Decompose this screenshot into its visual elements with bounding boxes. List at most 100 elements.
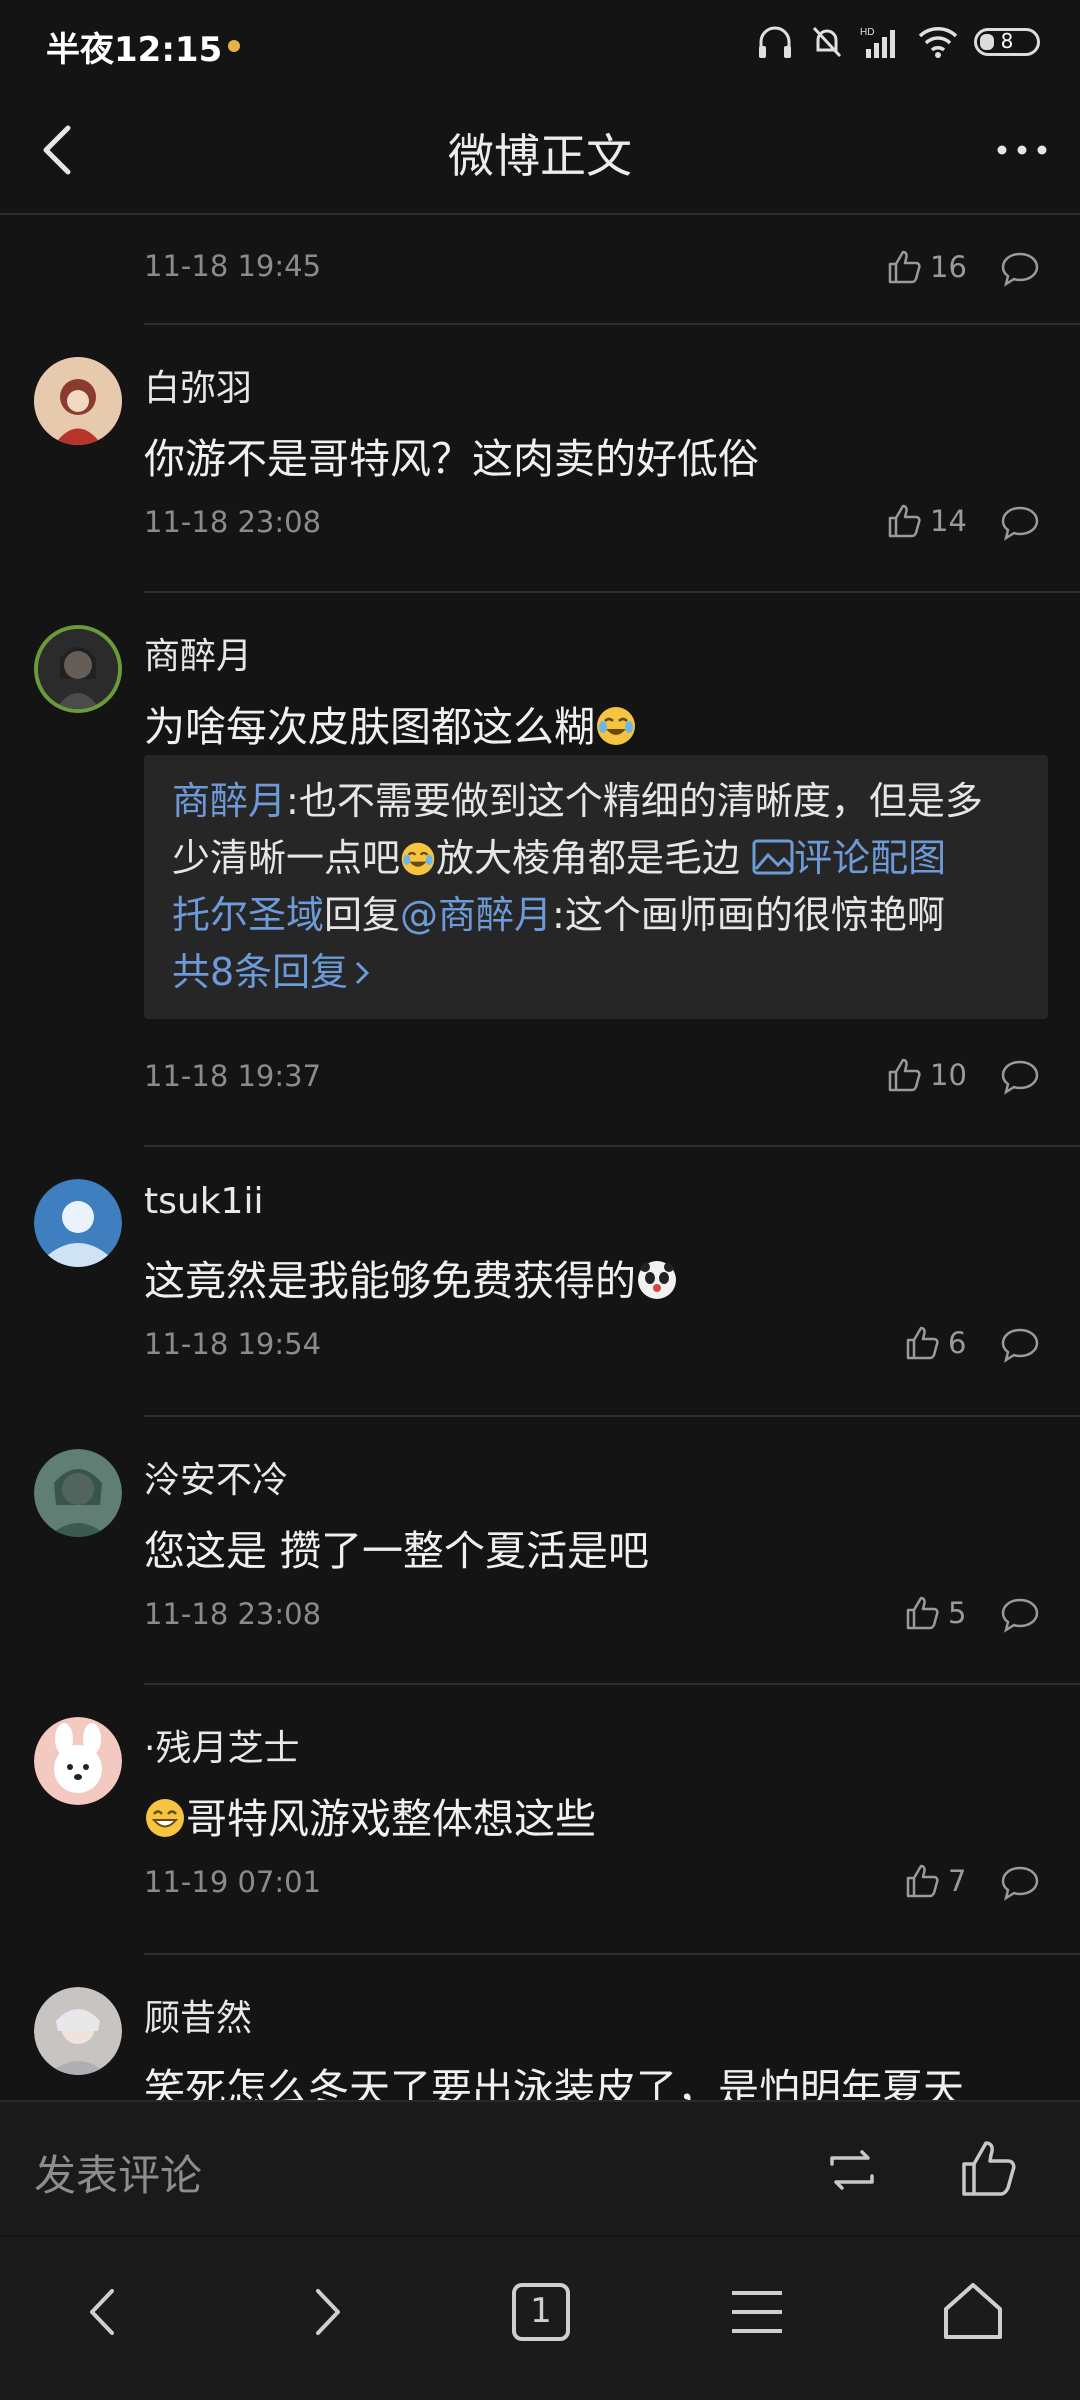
thumbs-up-icon [888,1058,921,1092]
status-time: 半夜12:15 [46,30,223,70]
battery-icon: 8 [974,28,1040,56]
reply-text: :这个画师画的很惊艳啊 [552,893,945,937]
reply-bubble-icon[interactable] [1000,1325,1040,1365]
like-button[interactable]: 6 [904,1325,966,1361]
status-icons: HD 8 [756,22,1040,62]
comment-time: 11-18 23:08 [144,505,322,539]
replies-box[interactable]: 商醉月:也不需要做到这个精细的清晰度，但是多少清晰一点吧 放大棱角都是毛边 评论配… [144,755,1048,1019]
chevron-right-icon [356,961,370,985]
reply-author[interactable]: 商醉月 [172,779,286,823]
username[interactable]: 泠安不冷 [144,1451,288,1503]
comment-item: 商醉月 为啥每次皮肤图都这么糊 商醉月:也不需要做到这个精细的清晰度，但是多少清… [0,593,1080,1147]
browser-nav-bar: 1 [0,2237,1080,2400]
nav-home-icon[interactable] [938,2277,1008,2347]
comment-time: 11-18 19:45 [144,249,322,283]
tabs-count: 1 [530,2291,552,2331]
more-replies-link[interactable]: 共8条回复 [172,944,1020,1001]
avatar[interactable] [34,1987,122,2075]
like-button[interactable]: 7 [904,1863,966,1899]
top-header: 微博正文 [0,90,1080,215]
reply-bubble-icon[interactable] [1000,503,1040,543]
image-icon [752,839,794,875]
avatar[interactable] [34,1717,122,1805]
username[interactable]: 顾昔然 [144,1989,252,2041]
reply-bubble-icon[interactable] [1000,1863,1040,1903]
comment-time: 11-18 23:08 [144,1597,322,1631]
comment-time: 11-18 19:54 [144,1327,322,1361]
like-button[interactable]: 10 [886,1057,967,1093]
more-options-icon[interactable] [992,120,1052,180]
avatar[interactable] [34,357,122,445]
thumbs-up-icon [906,1596,939,1630]
thumbs-up-icon[interactable] [958,2138,1018,2198]
thumbs-up-icon [906,1326,939,1360]
comment-time: 11-19 07:01 [144,1865,322,1899]
comment-text-content: 这竟然是我能够免费获得的 [144,1257,636,1305]
comment-text: 你游不是哥特风？这肉卖的好低俗 [144,435,759,483]
repost-icon[interactable] [822,2142,882,2198]
status-bar: 半夜12:15 HD 8 [0,0,1080,90]
like-count: 7 [948,1864,967,1898]
avatar[interactable] [34,1449,122,1537]
nav-tabs-button[interactable]: 1 [506,2277,576,2347]
comment-item: 白弥羽 你游不是哥特风？这肉卖的好低俗 11-18 23:08 14 [0,325,1080,593]
svg-text:HD: HD [860,27,874,38]
comment-item: 泠安不冷 您这是 攒了一整个夏活是吧 11-18 23:08 5 [0,1417,1080,1685]
like-count: 14 [930,504,967,538]
reply-author[interactable]: 托尔圣域 [172,893,324,937]
comment-image-link[interactable]: 评论配图 [794,836,946,880]
laugh-cry-emoji-icon [597,707,635,745]
comment-item: ·残月芝士 哥特风游戏整体想这些 11-19 07:01 7 [0,1685,1080,1955]
username[interactable]: 白弥羽 [144,359,252,411]
comment-input[interactable]: 发表评论 [34,2142,202,2203]
comment-text: 哥特风游戏整体想这些 [144,1785,596,1845]
reply-line: 商醉月:也不需要做到这个精细的清晰度，但是多少清晰一点吧 放大棱角都是毛边 评论配… [172,773,1020,887]
reply-line: 托尔圣域回复@商醉月:这个画师画的很惊艳啊 [172,887,1020,944]
username[interactable]: ·残月芝士 [144,1719,299,1771]
nav-back-icon[interactable] [70,2277,140,2347]
thumbs-up-icon [888,250,921,284]
like-count: 10 [930,1058,967,1092]
username[interactable]: 商醉月 [144,627,252,679]
wifi-icon [918,27,958,58]
comment-bar: 发表评论 [0,2100,1080,2235]
comment-item: 11-18 19:45 16 [0,217,1080,325]
headset-icon [759,26,791,58]
like-button[interactable]: 14 [886,503,967,539]
signal-icon: HD [860,27,895,58]
reply-bubble-icon[interactable] [1000,249,1040,289]
like-count: 5 [948,1596,967,1630]
thumbs-up-icon [888,504,921,538]
comment-text: 这竟然是我能够免费获得的 [144,1247,678,1307]
like-count: 6 [948,1326,967,1360]
grin-emoji-icon [146,1799,184,1837]
notification-dot-icon [228,40,240,52]
reply-bubble-icon[interactable] [1000,1595,1040,1635]
laugh-cry-emoji-icon [401,842,435,876]
comment-text-content: 哥特风游戏整体想这些 [186,1795,596,1843]
mute-bell-icon [812,26,842,58]
thumbs-up-icon [906,1864,939,1898]
comment-text: 笑死怎么冬天了要出泳装皮了，是怕明年夏天 [144,2065,964,2100]
comment-item: 顾昔然 笑死怎么冬天了要出泳装皮了，是怕明年夏天 [0,1955,1080,2100]
reply-mention[interactable]: @商醉月 [400,893,552,937]
comment-text: 为啥每次皮肤图都这么糊 [144,693,637,753]
panda-emoji-icon [638,1261,676,1299]
username[interactable]: tsuk1ii [144,1181,263,1222]
like-count: 16 [930,250,967,284]
page-title: 微博正文 [448,129,632,183]
reply-text: 放大棱角都是毛边 [436,836,753,880]
like-button[interactable]: 5 [904,1595,966,1631]
reply-verb: 回复 [324,893,401,937]
comment-feed[interactable]: 11-18 19:45 16 白弥羽 你游不是哥特风？这肉卖的好低俗 11-18… [0,217,1080,2100]
more-replies-label[interactable]: 共8条回复 [172,950,348,994]
avatar[interactable] [34,1179,122,1267]
like-button[interactable]: 16 [886,249,967,285]
battery-level: 8 [1000,29,1014,53]
comment-item: tsuk1ii 这竟然是我能够免费获得的 11-18 19:54 6 [0,1147,1080,1417]
nav-forward-icon[interactable] [290,2277,360,2347]
nav-menu-icon[interactable] [722,2277,792,2347]
reply-bubble-icon[interactable] [1000,1057,1040,1097]
avatar[interactable] [34,625,122,713]
comment-text-content: 为啥每次皮肤图都这么糊 [144,703,595,751]
